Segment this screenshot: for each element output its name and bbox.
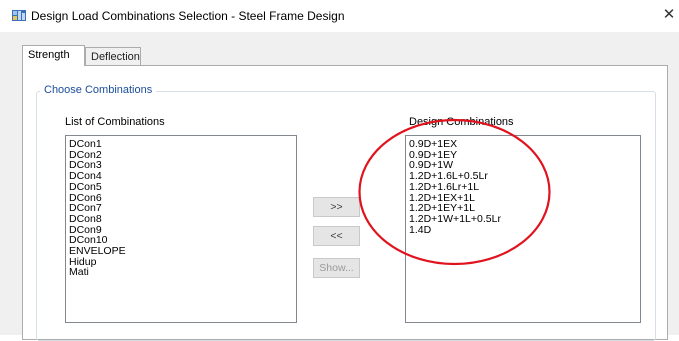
add-combination-button[interactable]: >> <box>313 197 360 217</box>
list-of-combinations-label: List of Combinations <box>65 116 165 128</box>
close-icon[interactable]: ✕ <box>660 5 678 25</box>
list-item[interactable]: Mati <box>66 267 296 278</box>
list-item[interactable]: 1.2D+1.6Lr+1L <box>406 182 640 193</box>
show-combination-button[interactable]: Show... <box>313 258 360 278</box>
design-combinations-listbox[interactable]: 0.9D+1EX 0.9D+1EY 0.9D+1W 1.2D+1.6L+0.5L… <box>405 135 641 323</box>
tab-deflection[interactable]: Deflection <box>85 47 141 66</box>
tab-strength[interactable]: Strength <box>22 45 85 66</box>
etabs-app-icon <box>12 10 26 21</box>
list-of-combinations-listbox[interactable]: DCon1 DCon2 DCon3 DCon4 DCon5 DCon6 DCon… <box>65 135 297 323</box>
list-item[interactable]: Hidup <box>66 257 296 268</box>
remove-combination-button[interactable]: << <box>313 226 360 246</box>
list-item[interactable]: 1.2D+1W+1L+0.5Lr <box>406 214 640 225</box>
list-item[interactable]: ENVELOPE <box>66 246 296 257</box>
title-bar: Design Load Combinations Selection - Ste… <box>0 0 679 32</box>
design-combinations-label: Design Combinations <box>409 116 514 128</box>
list-item[interactable]: 1.4D <box>406 224 640 236</box>
window-title: Design Load Combinations Selection - Ste… <box>31 9 345 23</box>
list-item[interactable]: DCon5 <box>66 182 296 193</box>
group-title: Choose Combinations <box>40 84 157 96</box>
